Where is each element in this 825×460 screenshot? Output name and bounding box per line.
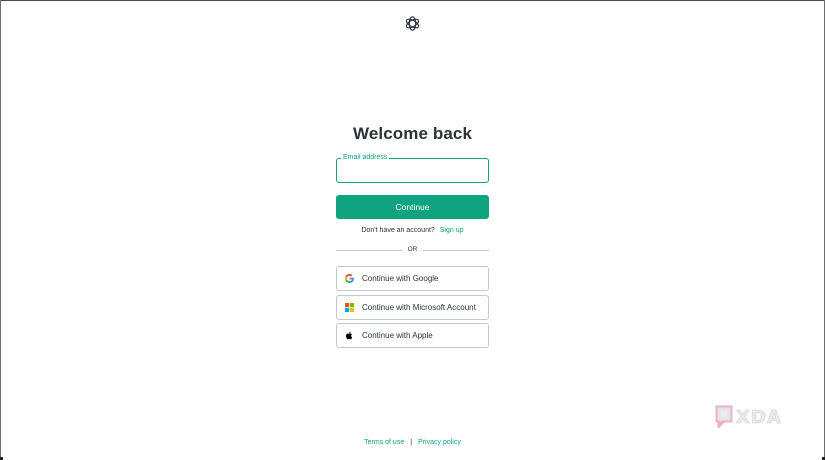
openai-logo-icon	[405, 16, 420, 31]
continue-with-microsoft-button[interactable]: Continue with Microsoft Account	[336, 295, 489, 320]
signup-link[interactable]: Sign up	[440, 227, 464, 234]
no-account-text: Don't have an account?	[361, 227, 435, 234]
footer: Terms of use | Privacy policy	[0, 439, 825, 446]
apple-icon	[345, 331, 354, 340]
continue-with-google-button[interactable]: Continue with Google	[336, 266, 489, 291]
terms-of-use-link[interactable]: Terms of use	[364, 439, 404, 446]
google-button-label: Continue with Google	[362, 274, 439, 283]
divider-line-right	[423, 250, 489, 251]
google-icon	[345, 274, 354, 283]
signup-prompt: Don't have an account? Sign up	[0, 227, 825, 234]
xda-watermark-logo: XDA	[715, 405, 782, 428]
xda-watermark-text: XDA	[736, 407, 782, 428]
privacy-policy-link[interactable]: Privacy policy	[418, 439, 461, 446]
microsoft-button-label: Continue with Microsoft Account	[362, 303, 476, 312]
divider-or-text: OR	[407, 246, 418, 253]
email-field[interactable]: Email address	[336, 153, 489, 183]
continue-button[interactable]: Continue	[336, 195, 489, 219]
page-title: Welcome back	[353, 124, 472, 143]
footer-separator: |	[410, 439, 413, 446]
divider-line-left	[336, 250, 402, 251]
email-input[interactable]	[338, 160, 485, 179]
microsoft-icon	[345, 303, 354, 312]
window-top-border	[0, 0, 825, 1]
continue-with-apple-button[interactable]: Continue with Apple	[336, 323, 489, 348]
apple-button-label: Continue with Apple	[362, 331, 433, 340]
